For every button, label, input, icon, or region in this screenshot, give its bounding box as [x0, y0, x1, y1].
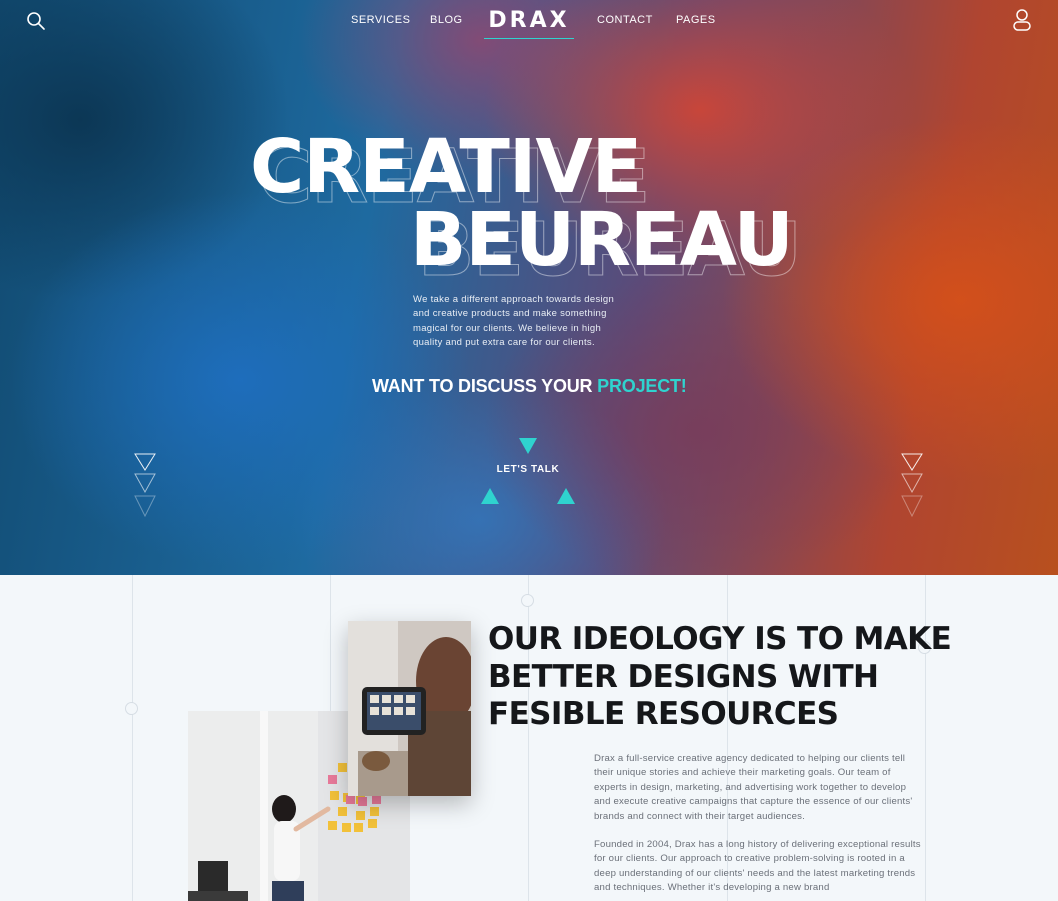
ideology-heading: OUR IDEOLOGY IS TO MAKE BETTER DESIGNS W… — [488, 621, 952, 734]
hero-description: We take a different approach towards des… — [413, 294, 615, 349]
cta-prefix: WANT TO DISCUSS YOUR — [372, 376, 598, 396]
triangle-up-icon — [557, 488, 575, 504]
about-paragraph-1: Drax a full-service creative agency dedi… — [594, 753, 913, 822]
lets-talk-label: LET'S TALK — [496, 464, 560, 475]
decorative-arrows-icon — [131, 452, 159, 518]
ideology-heading-line: BETTER DESIGNS WITH — [488, 658, 879, 695]
nav-link-pages[interactable]: PAGES — [676, 14, 716, 26]
cta-heading: WANT TO DISCUSS YOUR PROJECT! — [372, 376, 687, 397]
ideology-section: OUR IDEOLOGY IS TO MAKE BETTER DESIGNS W… — [0, 575, 1058, 901]
lets-talk-button[interactable]: LET'S TALK — [478, 436, 578, 508]
decorative-arrows-icon — [898, 452, 926, 518]
logo-text: DRAX — [488, 8, 570, 33]
user-icon[interactable] — [1011, 8, 1033, 32]
grid-line — [132, 575, 133, 901]
nav-link-blog[interactable]: BLOG — [430, 14, 463, 26]
search-icon[interactable] — [26, 11, 46, 31]
hero-title-line-2: BEUREAU — [410, 197, 794, 283]
about-paragraph-2: Founded in 2004, Drax has a long history… — [594, 839, 921, 894]
hero-title-line-1: CREATIVE — [250, 124, 642, 210]
nav-link-services[interactable]: SERVICES — [351, 14, 410, 26]
hero-section: SERVICES BLOG DRAX CONTACT PAGES CREATIV… — [0, 0, 1058, 575]
cta-accent: PROJECT! — [597, 376, 687, 396]
drax-logo[interactable]: DRAX — [484, 6, 574, 40]
tablet-photo — [348, 621, 471, 796]
triangle-up-icon — [481, 488, 499, 504]
logo-underline — [484, 38, 574, 39]
ideology-heading-line: OUR IDEOLOGY IS TO MAKE — [488, 621, 952, 657]
ideology-heading-line: FESIBLE RESOURCES — [488, 696, 839, 732]
grid-dot — [521, 594, 534, 607]
nav-link-contact[interactable]: CONTACT — [597, 14, 653, 26]
grid-dot — [125, 702, 138, 715]
triangle-down-icon — [519, 438, 537, 454]
